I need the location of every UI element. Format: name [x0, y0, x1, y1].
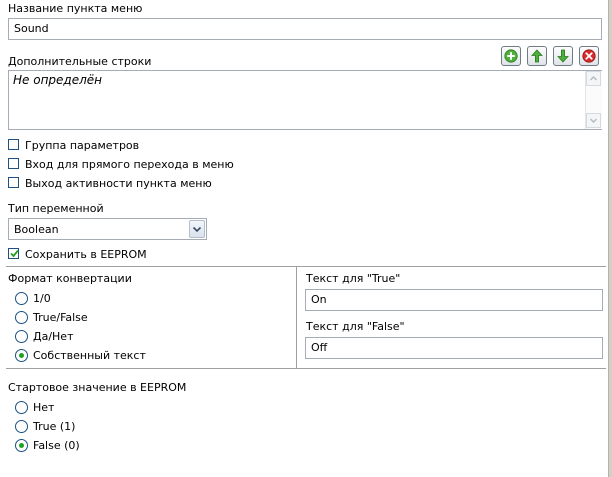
checkbox-activity-exit[interactable]: [8, 177, 19, 188]
variable-type-select[interactable]: Boolean: [8, 218, 207, 240]
move-down-button[interactable]: [553, 46, 573, 66]
separator-vertical: [296, 266, 297, 368]
separator-top: [6, 266, 606, 267]
radio-initial-none[interactable]: [15, 401, 28, 414]
chevron-down-icon: [590, 118, 597, 123]
conversion-format-label: Формат конвертации: [8, 272, 132, 285]
conversion-option-label: Да/Нет: [33, 330, 74, 343]
arrow-up-icon: [531, 49, 543, 63]
delete-line-button[interactable]: [579, 46, 599, 66]
separator-bottom: [6, 368, 606, 369]
checkbox-direct-entry[interactable]: [8, 158, 19, 169]
menu-item-name-input[interactable]: Sound: [8, 18, 602, 40]
variable-type-value: Boolean: [14, 223, 59, 236]
delete-circle-icon: [582, 49, 596, 63]
parameter-group-label: Группа параметров: [25, 139, 140, 152]
false-text-label: Текст для "False": [306, 320, 405, 333]
save-eeprom-label: Сохранить в EEPROM: [25, 248, 147, 261]
radio-conversion-custom-text[interactable]: [15, 349, 28, 362]
activity-exit-label: Выход активности пункта меню: [25, 177, 212, 190]
variable-type-label: Тип переменной: [8, 202, 104, 215]
checkbox-parameter-group[interactable]: [8, 139, 19, 150]
radio-selected-dot: [19, 353, 24, 358]
checkbox-save-eeprom[interactable]: [8, 248, 19, 259]
scroll-up-button[interactable]: [586, 71, 601, 86]
extra-lines-textarea[interactable]: Не определён: [8, 70, 602, 130]
initial-option-label: True (1): [33, 420, 76, 433]
radio-initial-true[interactable]: [15, 420, 28, 433]
move-up-button[interactable]: [527, 46, 547, 66]
window-edge: [608, 0, 612, 477]
arrow-down-icon: [557, 49, 569, 63]
radio-conversion-1-0[interactable]: [15, 292, 28, 305]
initial-option-label: False (0): [33, 439, 80, 452]
menu-item-name-label: Название пункта меню: [8, 2, 143, 15]
conversion-option-label: Собственный текст: [33, 349, 146, 362]
scroll-down-button[interactable]: [586, 113, 601, 128]
true-text-input[interactable]: On: [305, 289, 603, 311]
true-text-label: Текст для "True": [306, 272, 401, 285]
dropdown-button[interactable]: [189, 220, 205, 238]
radio-conversion-yes-no[interactable]: [15, 330, 28, 343]
initial-option-label: Нет: [33, 401, 55, 414]
chevron-down-icon: [192, 226, 202, 233]
add-line-button[interactable]: [501, 46, 521, 66]
extra-lines-label: Дополнительные строки: [8, 55, 152, 68]
radio-conversion-true-false[interactable]: [15, 311, 28, 324]
conversion-option-label: True/False: [33, 311, 88, 324]
initial-value-label: Стартовое значение в EEPROM: [8, 381, 187, 394]
radio-selected-dot: [19, 443, 24, 448]
checkmark-icon: [10, 249, 19, 258]
plus-circle-icon: [504, 49, 518, 63]
extra-lines-text: Не определён: [13, 73, 102, 87]
false-text-input[interactable]: Off: [305, 337, 603, 359]
chevron-up-icon: [590, 76, 597, 81]
radio-initial-false[interactable]: [15, 439, 28, 452]
extra-lines-scrollbar[interactable]: [585, 71, 602, 129]
direct-entry-label: Вход для прямого перехода в меню: [25, 158, 234, 171]
conversion-option-label: 1/0: [33, 292, 51, 305]
